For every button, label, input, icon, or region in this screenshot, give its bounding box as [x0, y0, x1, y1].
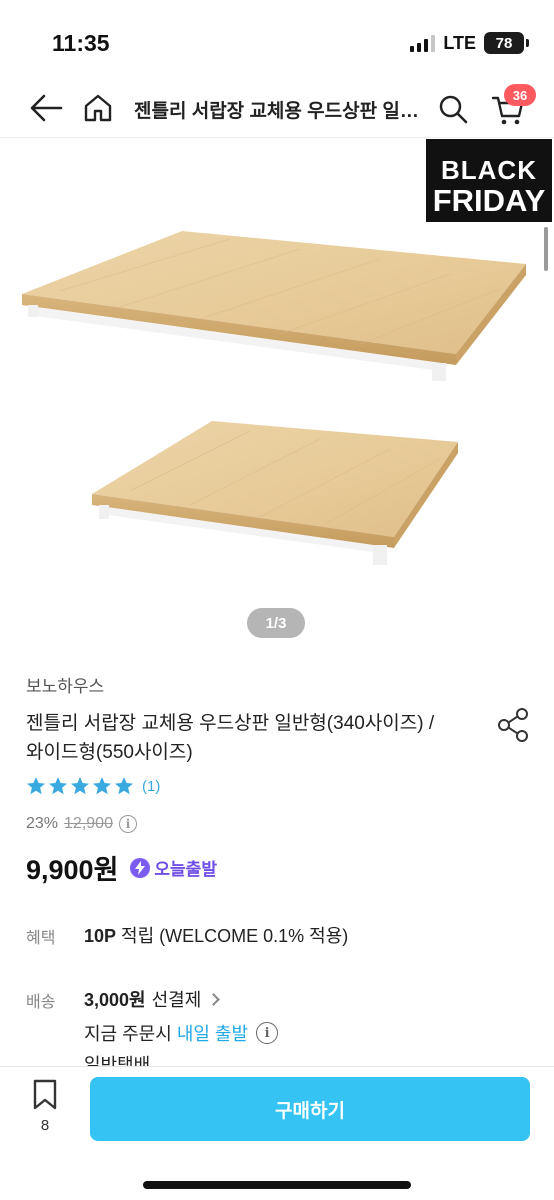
info-icon[interactable]: i — [118, 815, 137, 833]
status-bar: 11:35 LTE 78 — [0, 0, 554, 80]
shipping-note-prefix: 지금 주문시 — [84, 1024, 177, 1044]
network-label: LTE — [443, 32, 476, 53]
lightning-icon — [130, 857, 151, 878]
sale-price: 9,900원 — [26, 855, 119, 885]
benefit-value: 10P 적립 (WELCOME 0.1% 적용) — [84, 922, 348, 948]
product-title: 젠틀리 서랍장 교체용 우드상판 일반형(340사이즈) / 와이드형(550사… — [26, 713, 435, 763]
product-image-carousel[interactable]: BLACK FRIDAY 1/3 — [0, 139, 554, 659]
rating-stars[interactable]: (1) — [26, 776, 160, 796]
search-icon[interactable] — [434, 90, 472, 128]
review-count[interactable]: (1) — [142, 778, 160, 795]
wishlist-button[interactable]: 8 — [26, 1079, 64, 1149]
today-shipping-label: 오늘출발 — [154, 860, 217, 879]
original-price: 12,900 — [64, 815, 113, 832]
chevron-right-icon — [207, 992, 221, 1006]
shipping-note: 지금 주문시 내일 출발 i — [84, 1020, 279, 1046]
scrollbar[interactable] — [544, 227, 548, 271]
home-indicator — [143, 1181, 411, 1189]
shipping-note-highlight: 내일 출발 — [176, 1024, 249, 1044]
info-icon[interactable]: i — [256, 1022, 279, 1044]
star-icon — [71, 777, 89, 795]
brand-name[interactable]: 보노하우스 — [26, 672, 104, 697]
today-shipping-tag: 오늘출발 — [130, 855, 217, 880]
bookmark-icon — [33, 1079, 57, 1110]
share-icon[interactable] — [494, 706, 532, 744]
discount-rate: 23% — [26, 815, 59, 832]
status-indicators: LTE 78 — [410, 32, 529, 54]
shipping-label: 배송 — [26, 994, 56, 1011]
wishlist-count: 8 — [40, 1117, 50, 1134]
top-navigation: 젠틀리 서랍장 교체용 우드상판 일반형(340사이즈) / 와이드형(550사… — [0, 80, 554, 138]
star-icon — [49, 777, 67, 795]
benefit-text: 적립 (WELCOME 0.1% 적용) — [116, 926, 349, 946]
cart-count-badge: 36 — [504, 84, 536, 106]
star-icon — [93, 777, 111, 795]
star-icon — [115, 777, 133, 795]
discount-row: 23% 12,900 i — [26, 815, 137, 833]
image-page-indicator: 1/3 — [247, 608, 305, 638]
benefit-points: 10P — [84, 926, 117, 946]
shipping-fee-type: 선결제 — [151, 990, 202, 1010]
status-time: 11:35 — [52, 30, 110, 56]
home-icon[interactable] — [78, 88, 118, 128]
back-arrow-icon[interactable] — [26, 90, 66, 126]
battery-icon: 78 — [484, 32, 529, 54]
benefit-label: 혜택 — [26, 930, 56, 947]
bottom-action-bar: 8 구매하기 — [0, 1066, 554, 1200]
shipping-fee-row[interactable]: 3,000원 선결제 — [84, 986, 221, 1012]
price-row: 9,900원 오늘출발 — [26, 848, 217, 887]
star-icon — [27, 777, 45, 795]
buy-button[interactable]: 구매하기 — [90, 1077, 530, 1141]
black-friday-badge: BLACK FRIDAY — [426, 139, 552, 222]
page-title: 젠틀리 서랍장 교체용 우드상판 일반형(340사이즈) / 와이드형(550사… — [134, 101, 424, 122]
shipping-method: 일반택배 — [84, 1055, 151, 1066]
signal-icon — [410, 34, 436, 52]
shipping-fee: 3,000원 — [84, 990, 146, 1010]
